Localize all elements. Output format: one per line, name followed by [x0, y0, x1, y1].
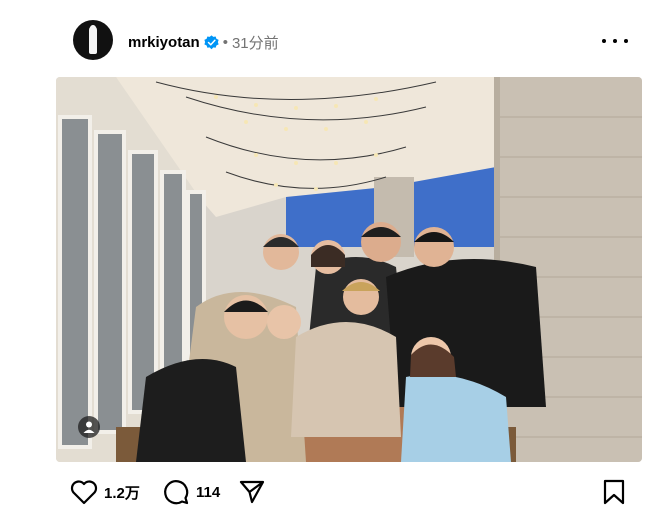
- tagged-people-button[interactable]: [78, 416, 100, 438]
- person-tag-icon: [83, 421, 95, 433]
- post-header: mrkiyotan • 31分前: [128, 31, 279, 53]
- like-count[interactable]: 1.2万: [104, 482, 140, 503]
- like-button[interactable]: 1.2万: [70, 478, 140, 506]
- verified-badge-icon: [204, 34, 219, 49]
- group-photo-illustration: [56, 77, 642, 462]
- avatar[interactable]: [73, 20, 113, 60]
- comment-count[interactable]: 114: [196, 484, 220, 501]
- bookmark-icon: [603, 479, 625, 505]
- post-photo[interactable]: [56, 77, 642, 462]
- more-dots-icon: [602, 39, 606, 43]
- share-button[interactable]: [238, 478, 266, 506]
- comment-button[interactable]: 114: [162, 478, 220, 506]
- post-time[interactable]: 31分前: [232, 32, 279, 53]
- heart-icon: [70, 480, 98, 505]
- save-button[interactable]: [602, 478, 626, 506]
- more-options-button[interactable]: [602, 30, 628, 52]
- avatar-figure: [89, 26, 97, 54]
- send-icon: [239, 480, 265, 504]
- more-dots-icon: [624, 39, 628, 43]
- separator-dot: •: [222, 33, 228, 51]
- post-actions: 1.2万 114: [70, 478, 630, 506]
- comment-icon: [164, 480, 189, 505]
- more-dots-icon: [613, 39, 617, 43]
- username[interactable]: mrkiyotan: [128, 34, 200, 51]
